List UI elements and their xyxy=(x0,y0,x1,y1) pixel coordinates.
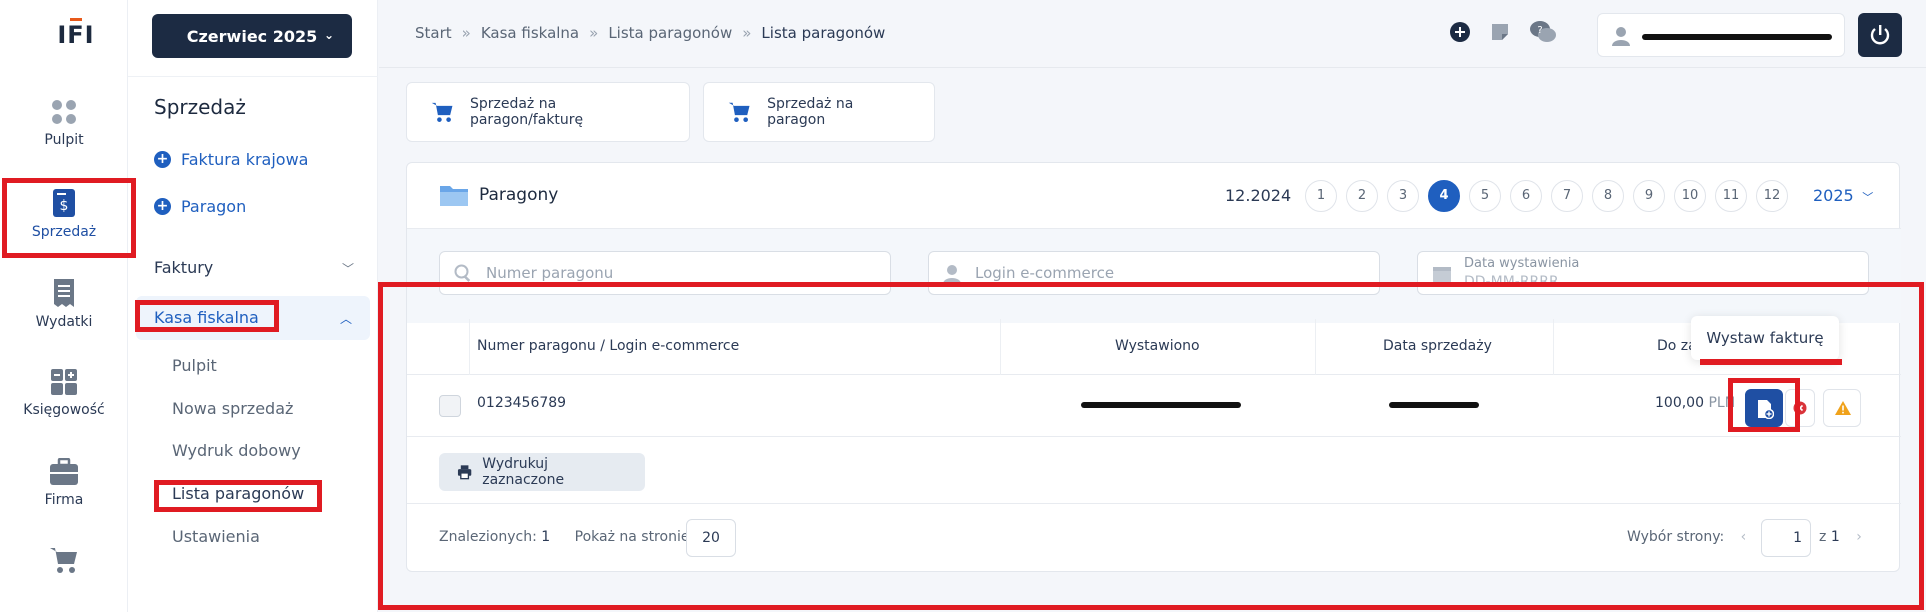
month-8[interactable]: 8 xyxy=(1592,180,1624,212)
card-title: Paragony xyxy=(479,185,559,205)
power-icon xyxy=(1870,25,1890,45)
year-selector[interactable]: 2025 ﹀ xyxy=(1813,186,1873,205)
icon-rail: IFI Pulpit $ Sprzedaż Wydatki Księgowość xyxy=(0,0,128,612)
link-faktura-krajowa[interactable]: + Faktura krajowa xyxy=(154,150,308,169)
user-icon xyxy=(1612,27,1630,46)
annotation-box-sprzedaz xyxy=(2,178,136,258)
calculator-icon xyxy=(51,369,77,395)
plus-circle-icon: + xyxy=(154,151,171,168)
sub-item-nowa-sprzedaz[interactable]: Nowa sprzedaż xyxy=(172,399,293,418)
top-bar: Start » Kasa fiskalna » Lista paragonów … xyxy=(379,0,1926,68)
redacted-username xyxy=(1642,34,1832,40)
breadcrumb-lista[interactable]: Lista paragonów xyxy=(608,24,732,42)
breadcrumb-kasa[interactable]: Kasa fiskalna xyxy=(481,24,579,42)
sub-item-ustawienia[interactable]: Ustawienia xyxy=(172,527,260,546)
card-header: Paragony 12.2024 1 2 3 4 5 6 7 8 9 10 11… xyxy=(407,163,1901,229)
user-icon xyxy=(943,265,961,284)
month-3[interactable]: 3 xyxy=(1387,180,1419,212)
month-1[interactable]: 1 xyxy=(1305,180,1337,212)
month-2[interactable]: 2 xyxy=(1346,180,1378,212)
month-6[interactable]: 6 xyxy=(1510,180,1542,212)
receipt-icon xyxy=(54,279,74,307)
search-icon xyxy=(454,264,471,282)
plus-circle-icon: + xyxy=(154,198,171,215)
annotation-underline-tooltip xyxy=(1700,359,1842,365)
sale-receipt-invoice-button[interactable]: Sprzedaż na paragon/fakturę xyxy=(406,82,690,142)
sub-item-wydruk-dobowy[interactable]: Wydruk dobowy xyxy=(172,441,301,460)
month-9[interactable]: 9 xyxy=(1633,180,1665,212)
rail-item-firma[interactable]: Firma xyxy=(0,458,128,538)
chevron-down-icon: ⌄ xyxy=(323,28,334,42)
user-menu[interactable] xyxy=(1597,13,1845,57)
annotation-box-kasa-fiskalna xyxy=(135,300,279,332)
briefcase-icon xyxy=(50,458,78,485)
breadcrumb-start[interactable]: Start xyxy=(415,24,452,42)
breadcrumb: Start » Kasa fiskalna » Lista paragonów … xyxy=(415,24,886,42)
chat-help-icon[interactable]: ? xyxy=(1529,20,1557,44)
folder-icon xyxy=(440,186,468,206)
month-12[interactable]: 12 xyxy=(1756,180,1788,212)
chevron-down-icon: ﹀ xyxy=(1858,191,1874,204)
cart-icon xyxy=(50,548,77,573)
rail-item-pulpit[interactable]: Pulpit xyxy=(0,98,128,178)
annotation-box-table xyxy=(378,282,1924,610)
section-title: Sprzedaż xyxy=(154,95,246,119)
cart-icon xyxy=(431,102,453,122)
group-faktury[interactable]: Faktury ﹀ xyxy=(154,258,354,277)
add-circle-icon[interactable] xyxy=(1449,21,1471,43)
month-10[interactable]: 10 xyxy=(1674,180,1706,212)
rail-item-ksiegowosc[interactable]: Księgowość xyxy=(0,368,128,448)
month-7[interactable]: 7 xyxy=(1551,180,1583,212)
calendar-icon xyxy=(1433,267,1451,283)
ifi-logo[interactable]: IFI xyxy=(56,16,96,56)
month-4[interactable]: 4 xyxy=(1428,180,1460,212)
sale-receipt-button[interactable]: Sprzedaż na paragon xyxy=(703,82,935,142)
rail-item-wydatki[interactable]: Wydatki xyxy=(0,278,128,358)
chevron-up-icon: ︿ xyxy=(339,312,352,326)
month-selector-button[interactable]: Czerwiec 2025 ⌄ xyxy=(152,14,352,58)
rail-item-sklep[interactable] xyxy=(0,546,128,612)
annotation-box-lista-paragonow xyxy=(154,480,322,512)
note-icon[interactable] xyxy=(1489,21,1511,43)
month-5[interactable]: 5 xyxy=(1469,180,1501,212)
breadcrumb-current: Lista paragonów xyxy=(761,24,886,42)
period-label: 12.2024 xyxy=(1225,186,1292,205)
sub-item-pulpit[interactable]: Pulpit xyxy=(172,356,217,375)
grid-dots-icon xyxy=(52,100,76,124)
link-paragon[interactable]: + Paragon xyxy=(154,197,246,216)
annotation-box-invoice-button xyxy=(1728,378,1800,432)
chevron-down-icon: ﹀ xyxy=(341,262,354,276)
cart-icon xyxy=(728,102,750,122)
logout-button[interactable] xyxy=(1858,13,1902,57)
month-11[interactable]: 11 xyxy=(1715,180,1747,212)
svg-text:?: ? xyxy=(1537,25,1542,36)
